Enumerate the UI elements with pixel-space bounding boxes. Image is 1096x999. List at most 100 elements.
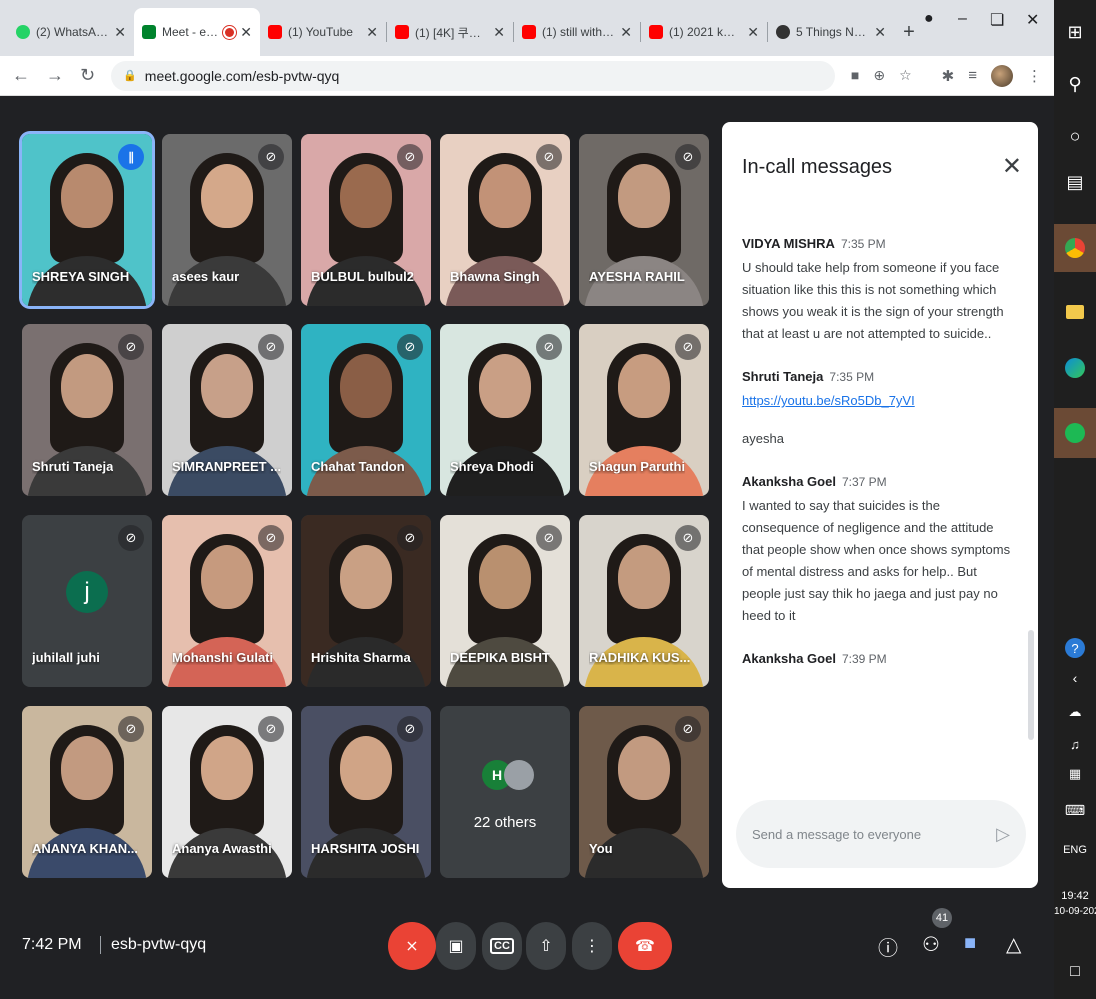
activities-icon[interactable]: △ (1006, 932, 1021, 957)
person-face (201, 735, 253, 800)
participant-tile[interactable]: ⊘ Shreya Dhodi (440, 324, 570, 496)
browser-tab[interactable]: 5 Things NOT t ✕ (768, 8, 894, 56)
participant-tile[interactable]: ⊘ Shagun Paruthi (579, 324, 709, 496)
close-chat-icon[interactable]: ✕ (1002, 152, 1022, 181)
participant-tile[interactable]: ⊘ Mohanshi Gulati (162, 515, 292, 687)
participant-tile[interactable]: ⊘ HARSHITA JOSHI (301, 706, 431, 878)
notifications-icon[interactable]: □ (1054, 950, 1096, 994)
message-time: 7:39 PM (841, 652, 887, 666)
bookmark-star-icon[interactable]: ☆ (899, 67, 912, 84)
participant-tile[interactable]: ⊘ Shruti Taneja (22, 324, 152, 496)
participant-tile[interactable]: ⊘ BULBUL bulbul2 (301, 134, 431, 306)
participant-tile[interactable]: ⊘ AYESHA RAHIL (579, 134, 709, 306)
speaking-indicator-icon: ∥ (118, 144, 144, 170)
more-options-button[interactable]: ⋮ (572, 922, 612, 970)
tab-close-icon[interactable]: ✕ (240, 24, 252, 41)
participant-tile[interactable]: ⊘ Ananya Awasthi (162, 706, 292, 878)
participant-tile[interactable]: ⊘ Bhawna Singh (440, 134, 570, 306)
browser-tab[interactable]: (1) YouTube ✕ (260, 8, 386, 56)
browser-tab[interactable]: (1) [4K] 쿠티청 ✕ (387, 8, 513, 56)
extensions-icon[interactable]: ✱ (942, 67, 955, 85)
tab-close-icon[interactable]: ✕ (366, 24, 378, 41)
tab-label: (1) still with you (542, 25, 614, 39)
person-face (618, 353, 670, 418)
windows-start-icon[interactable]: ⊞ (1054, 10, 1096, 54)
taskbar-clock-date[interactable]: 10-09-202 (1054, 906, 1096, 917)
browser-tab[interactable]: Meet - esb- ✕ (134, 8, 260, 56)
participant-tile[interactable]: ⊘ Hrishita Sharma (301, 515, 431, 687)
participant-tile[interactable]: ⊘ ANANYA KHAN... (22, 706, 152, 878)
message-header: Akanksha Goel 7:39 PM (742, 651, 1018, 666)
profile-avatar[interactable] (991, 64, 1013, 87)
search-icon[interactable]: ⚲ (1054, 62, 1096, 106)
participant-tile[interactable]: ⊘ Chahat Tandon (301, 324, 431, 496)
minimize-icon[interactable]: – (958, 10, 967, 28)
address-bar: ← → ↻ 🔒 meet.google.com/esb-pvtw-qyq ■ ⊕… (0, 56, 1054, 96)
tab-close-icon[interactable]: ✕ (493, 24, 505, 41)
youtube-icon (268, 25, 282, 39)
chat-message: Akanksha Goel 7:37 PM I wanted to say that… (742, 474, 1018, 627)
new-tab-button[interactable]: + (894, 8, 924, 56)
browser-tab[interactable]: (1) 2021 kdram ✕ (641, 8, 767, 56)
others-tile[interactable]: H 22 others (440, 706, 570, 878)
leave-call-button[interactable]: ☎ (618, 922, 672, 970)
restore-icon[interactable]: ❏ (990, 10, 1004, 30)
present-button[interactable]: ⇧ (526, 922, 566, 970)
close-window-icon[interactable]: ✕ (1026, 10, 1039, 30)
participant-tile[interactable]: ⊘ RADHIKA KUS... (579, 515, 709, 687)
mic-muted-icon: ⊘ (536, 334, 562, 360)
send-icon[interactable]: ▷ (996, 824, 1010, 845)
chat-icon[interactable]: ■ (964, 932, 976, 955)
captions-button[interactable]: CC (482, 922, 522, 970)
reload-icon[interactable]: ↻ (80, 65, 95, 86)
participant-name: asees kaur (172, 269, 240, 284)
participant-tile[interactable]: j ⊘ juhilall juhi (22, 515, 152, 687)
meeting-clock: 7:42 PM (22, 936, 82, 953)
spotify-icon[interactable] (1054, 408, 1096, 458)
meeting-details-icon[interactable]: ⓘ (878, 932, 898, 961)
message-text: ayesha (742, 431, 784, 446)
menu-kebab-icon[interactable]: ⋮ (1027, 67, 1042, 85)
edge-icon[interactable] (1054, 346, 1096, 390)
chat-scrollbar[interactable] (1028, 630, 1034, 740)
forward-icon[interactable]: → (46, 65, 64, 86)
language-indicator[interactable]: ENG (1054, 844, 1096, 856)
tab-close-icon[interactable]: ✕ (747, 24, 759, 41)
browser-tab-strip: (2) WhatsApp ✕ Meet - esb- ✕ (1) YouTube ✕ (1)… (0, 0, 1054, 56)
message-sender: VIDYA MISHRA (742, 236, 835, 251)
cortana-icon[interactable]: ○ (1054, 114, 1096, 158)
browser-tab[interactable]: (1) still with you ✕ (514, 8, 640, 56)
profile-menu-icon[interactable]: ● (924, 10, 934, 28)
task-view-icon[interactable]: ▤ (1054, 160, 1096, 204)
youtube-icon (649, 25, 663, 39)
participant-tile[interactable]: ⊘ SIMRANPREET ... (162, 324, 292, 496)
participant-tile[interactable]: ⊘ DEEPIKA BISHT (440, 515, 570, 687)
participant-tile[interactable]: ⊘ You (579, 706, 709, 878)
person-face (201, 163, 253, 228)
camera-button[interactable]: ▣ (436, 922, 476, 970)
reading-list-icon[interactable]: ≡ (968, 67, 977, 84)
tab-close-icon[interactable]: ✕ (620, 24, 632, 41)
back-icon[interactable]: ← (12, 65, 30, 86)
chat-input-box[interactable]: ▷ (736, 800, 1026, 868)
tab-close-icon[interactable]: ✕ (114, 24, 126, 41)
zoom-icon[interactable]: ⊕ (873, 67, 885, 84)
message-link[interactable]: https://youtu.be/sRo5Db_7yVI (742, 390, 1018, 412)
taskbar-clock-time[interactable]: 19:42 (1054, 890, 1096, 902)
lock-icon[interactable]: 🔒 (123, 69, 137, 82)
participant-tile[interactable]: ⊘ asees kaur (162, 134, 292, 306)
keyboard-icon[interactable]: ⌨ (1054, 788, 1096, 832)
mic-off-button[interactable]: ⨯ (388, 922, 436, 970)
url-omnibox[interactable]: 🔒 meet.google.com/esb-pvtw-qyq (111, 60, 835, 91)
tab-close-icon[interactable]: ✕ (874, 24, 886, 41)
browser-tab[interactable]: (2) WhatsApp ✕ (8, 8, 134, 56)
participant-name: Shruti Taneja (32, 459, 114, 474)
people-icon[interactable]: ⚇ (922, 932, 940, 957)
participant-tile[interactable]: ∥ SHREYA SINGH (22, 134, 152, 306)
camera-in-use-icon[interactable]: ■ (851, 67, 859, 84)
chrome-taskbar-icon[interactable] (1054, 224, 1096, 272)
chat-title: In-call messages (742, 156, 893, 178)
chat-message-input[interactable] (752, 826, 997, 842)
person-face (201, 353, 253, 418)
file-explorer-icon[interactable] (1054, 290, 1096, 334)
